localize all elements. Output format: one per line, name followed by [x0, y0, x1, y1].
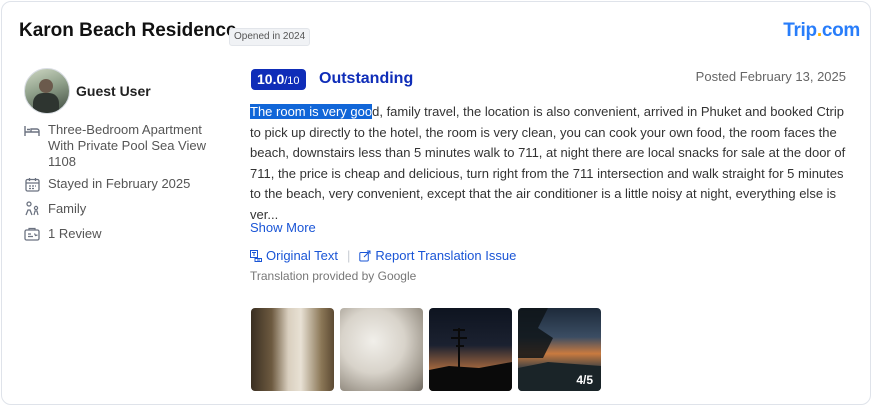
- user-name: Guest User: [76, 83, 151, 99]
- traveler-type-row: Family: [24, 201, 218, 217]
- avatar-body: [33, 93, 59, 113]
- score-value: 10.0: [257, 71, 285, 87]
- calendar-icon: [24, 176, 40, 192]
- show-more-link[interactable]: Show More: [250, 220, 316, 235]
- review-text: The room is very good, family travel, th…: [250, 102, 854, 225]
- family-icon: [24, 201, 40, 217]
- report-icon: [359, 250, 371, 262]
- posted-date: Posted February 13, 2025: [695, 69, 846, 84]
- brand-name: Trip: [783, 20, 817, 41]
- action-divider: |: [347, 248, 351, 263]
- photo-count[interactable]: 4/5: [576, 373, 593, 387]
- review-count-row: 1 Review: [24, 226, 218, 242]
- review-photos: 4/5: [251, 308, 601, 391]
- translation-provider: Translation provided by Google: [250, 269, 417, 283]
- review-icon: [24, 226, 40, 242]
- hotel-name[interactable]: Karon Beach Residence: [19, 20, 237, 42]
- review-photo[interactable]: [340, 308, 423, 391]
- review-card: Karon Beach Residence Opened in 2024 Tri…: [1, 1, 871, 405]
- review-text-body[interactable]: d, family travel, the location is also c…: [250, 104, 845, 222]
- translate-icon: [250, 249, 262, 262]
- opened-badge: Opened in 2024: [229, 28, 311, 46]
- selected-text[interactable]: The room is very goo: [250, 104, 373, 119]
- avatar: [24, 68, 70, 114]
- bed-icon: [24, 122, 40, 138]
- review-count: 1 Review: [48, 226, 102, 241]
- review-photo[interactable]: [251, 308, 334, 391]
- brand-logo[interactable]: Trip.com: [783, 20, 860, 42]
- room-type: Three-Bedroom Apartment With Private Poo…: [48, 122, 206, 169]
- original-text-label: Original Text: [266, 248, 339, 263]
- traveler-type: Family: [48, 201, 87, 216]
- score-badge: 10.0/10: [251, 69, 306, 90]
- report-translation-link[interactable]: Report Translation Issue: [359, 248, 516, 263]
- photo-silhouette: [429, 328, 512, 391]
- avatar-head: [39, 79, 53, 93]
- review-photo[interactable]: 4/5: [518, 308, 601, 391]
- stay-date-row: Stayed in February 2025: [24, 176, 218, 192]
- stay-date: Stayed in February 2025: [48, 176, 191, 191]
- report-translation-label: Report Translation Issue: [375, 248, 517, 263]
- original-text-link[interactable]: Original Text: [250, 248, 338, 263]
- score-out-of: /10: [284, 75, 300, 87]
- room-type-row: Three-Bedroom Apartment With Private Poo…: [24, 122, 218, 170]
- brand-tld: com: [821, 20, 860, 41]
- rating-label: Outstanding: [319, 70, 414, 87]
- translation-actions: Original Text | Report Translation Issue: [250, 248, 516, 263]
- review-photo[interactable]: [429, 308, 512, 391]
